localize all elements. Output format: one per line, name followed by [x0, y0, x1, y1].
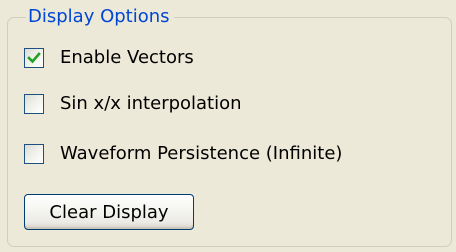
- waveform-persistence-label: Waveform Persistence (Infinite): [60, 143, 343, 164]
- sinx-interpolation-label: Sin x/x interpolation: [60, 93, 242, 114]
- waveform-persistence-checkbox[interactable]: [24, 144, 44, 164]
- display-options-panel: Display Options Enable Vectors Sin x/x i…: [0, 0, 456, 252]
- enable-vectors-label: Enable Vectors: [60, 47, 194, 68]
- enable-vectors-option[interactable]: Enable Vectors: [24, 46, 194, 70]
- groupbox-title: Display Options: [26, 5, 174, 29]
- sinx-interpolation-option[interactable]: Sin x/x interpolation: [24, 92, 242, 116]
- enable-vectors-checkbox[interactable]: [24, 48, 44, 68]
- waveform-persistence-option[interactable]: Waveform Persistence (Infinite): [24, 142, 342, 166]
- checkmark-icon: [27, 52, 41, 64]
- clear-display-button[interactable]: Clear Display: [24, 194, 194, 230]
- sinx-interpolation-checkbox[interactable]: [24, 94, 44, 114]
